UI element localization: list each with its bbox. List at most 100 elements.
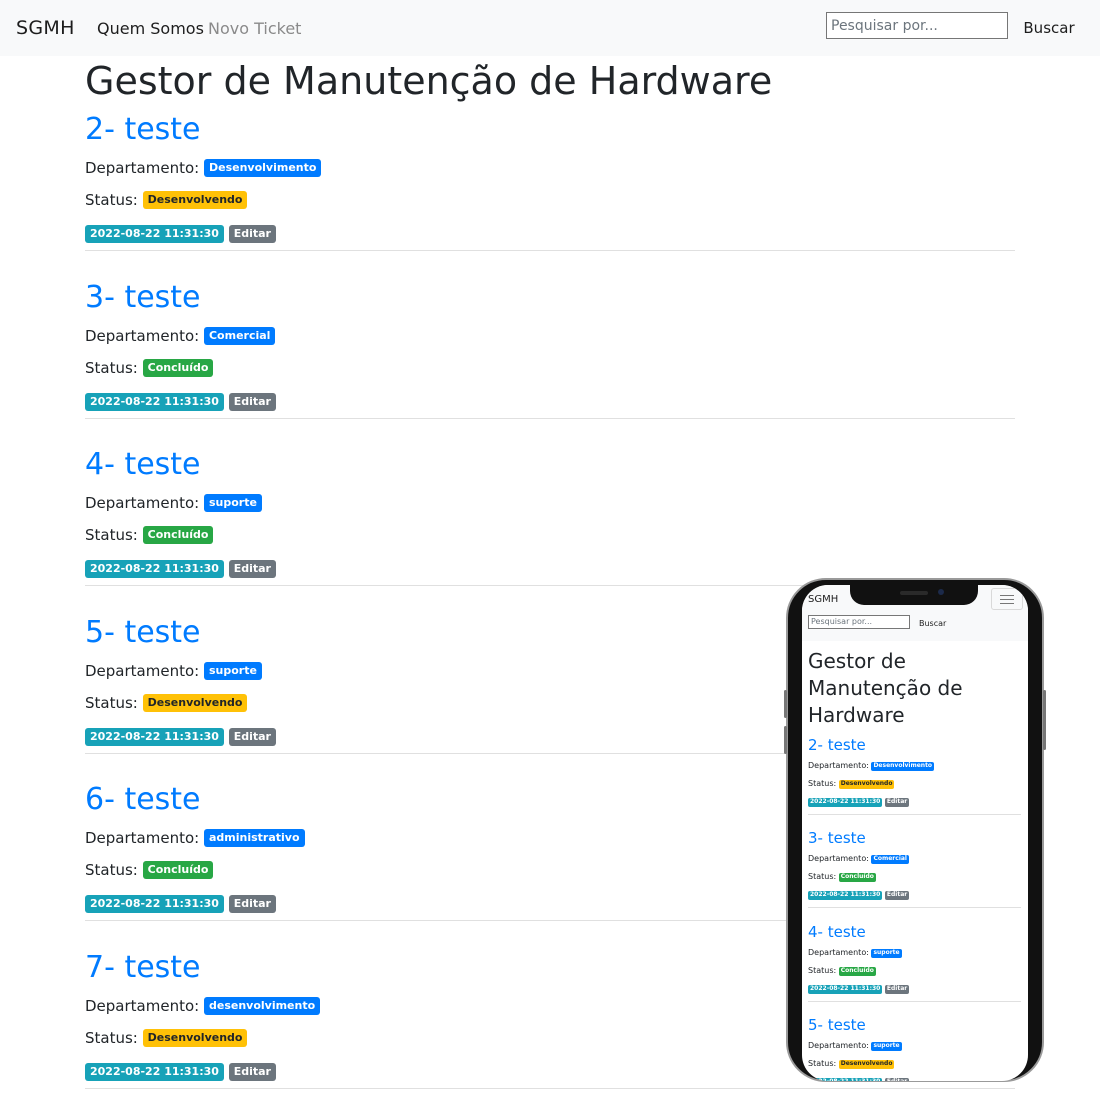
mobile-edit-button[interactable]: Editar: [884, 1077, 910, 1081]
mobile-status-badge: Desenvolvendo: [838, 1059, 895, 1069]
date-badge: 2022-08-22 11:31:30: [85, 560, 224, 578]
mobile-department-badge: Desenvolvimento: [871, 762, 935, 771]
ticket-meta-row: 2022-08-22 11:31:30 Editar: [85, 895, 276, 913]
phone-mockup: SGMH Pesquisar por... Buscar Gestor de M…: [784, 578, 1046, 1082]
status-badge: Concluído: [142, 526, 214, 544]
mobile-ticket-divider: [808, 907, 1021, 909]
edit-button[interactable]: Editar: [228, 1062, 276, 1081]
mobile-date-badge: 2022-08-22 11:31:30: [808, 984, 883, 994]
department-label: Departamento:: [85, 159, 200, 177]
ticket-department-row: Departamento: suporte: [85, 661, 262, 680]
edit-button[interactable]: Editar: [228, 560, 276, 578]
mobile-edit-button[interactable]: Editar: [884, 798, 910, 807]
mobile-ticket-status-row: Status: Concluído: [808, 966, 876, 976]
edit-button[interactable]: Editar: [228, 225, 276, 243]
mobile-ticket-card: 3- teste Departamento: Comercial Status: C…: [808, 829, 1021, 922]
mobile-status-label: Status:: [808, 1058, 837, 1068]
status-label: Status:: [85, 693, 138, 712]
ticket-title-link[interactable]: 6- teste: [85, 782, 201, 817]
ticket-status-row: Status: Concluído: [85, 358, 214, 377]
mobile-ticket-department-row: Departamento: suporte: [808, 1041, 902, 1051]
mobile-ticket-status-row: Status: Concluído: [808, 872, 876, 883]
mobile-ticket-department-row: Departamento: Comercial: [808, 854, 909, 865]
search-button[interactable]: Buscar: [1013, 14, 1085, 42]
mobile-ticket-title-link[interactable]: 3- teste: [808, 829, 866, 847]
navbar-brand[interactable]: SGMH: [16, 17, 75, 39]
mobile-search-button[interactable]: Buscar: [919, 619, 946, 628]
mobile-department-label: Departamento:: [808, 1040, 869, 1050]
mobile-ticket-title-link[interactable]: 2- teste: [808, 736, 866, 754]
camera-icon: [938, 589, 944, 595]
mobile-navbar-brand[interactable]: SGMH: [808, 594, 838, 605]
ticket-meta-row: 2022-08-22 11:31:30 Editar: [85, 1062, 276, 1081]
mobile-date-badge: 2022-08-22 11:31:30: [808, 891, 883, 901]
department-label: Departamento:: [85, 996, 200, 1015]
ticket-title-link[interactable]: 4- teste: [85, 447, 201, 482]
nav-link-novo-ticket[interactable]: Novo Ticket: [208, 19, 301, 38]
status-label: Status:: [85, 191, 138, 209]
mobile-status-label: Status:: [808, 779, 837, 788]
department-badge: suporte: [203, 494, 262, 512]
mobile-ticket-department-row: Departamento: suporte: [808, 948, 902, 958]
department-badge: suporte: [203, 661, 262, 680]
mobile-ticket-title-link[interactable]: 5- teste: [808, 1016, 866, 1034]
speaker-icon: [900, 591, 928, 595]
date-badge: 2022-08-22 11:31:30: [85, 392, 224, 411]
ticket-divider: [85, 417, 1015, 419]
mobile-department-label: Departamento:: [808, 761, 869, 770]
ticket-divider: [85, 1087, 1015, 1089]
department-label: Departamento:: [85, 494, 200, 512]
mobile-ticket-card: 2- teste Departamento: Desenvolvimento Sta…: [808, 736, 1021, 829]
ticket-status-row: Status: Desenvolvendo: [85, 1028, 248, 1047]
mobile-department-label: Departamento:: [808, 947, 869, 957]
mobile-ticket-status-row: Status: Desenvolvendo: [808, 779, 895, 789]
ticket-status-row: Status: Desenvolvendo: [85, 191, 248, 209]
mobile-ticket-card: 5- teste Departamento: suporte Status: Des…: [808, 1016, 1021, 1081]
ticket-meta-row: 2022-08-22 11:31:30 Editar: [85, 727, 276, 746]
nav-link-quem-somos[interactable]: Quem Somos: [97, 19, 204, 38]
ticket-status-row: Status: Concluído: [85, 861, 214, 879]
mobile-status-label: Status:: [808, 872, 837, 882]
ticket-title-link[interactable]: 3- teste: [85, 280, 201, 315]
mobile-ticket-meta-row: 2022-08-22 11:31:30 Editar: [808, 890, 910, 901]
mobile-ticket-divider: [808, 1000, 1021, 1002]
hamburger-icon[interactable]: [991, 588, 1023, 610]
ticket-title-link[interactable]: 2- teste: [85, 112, 201, 147]
navbar: SGMH Quem Somos Novo Ticket Buscar: [0, 0, 1100, 56]
status-label: Status:: [85, 358, 138, 377]
ticket-meta-row: 2022-08-22 11:31:30 Editar: [85, 560, 276, 578]
mobile-ticket-meta-row: 2022-08-22 11:31:30 Editar: [808, 984, 910, 994]
ticket-department-row: Departamento: administrativo: [85, 829, 305, 847]
status-label: Status:: [85, 861, 138, 879]
status-badge: Concluído: [142, 358, 214, 377]
date-badge: 2022-08-22 11:31:30: [85, 1062, 224, 1081]
department-label: Departamento:: [85, 661, 200, 680]
ticket-title-link[interactable]: 5- teste: [85, 615, 201, 650]
mobile-ticket-card: 4- teste Departamento: suporte Status: Con…: [808, 923, 1021, 1016]
ticket-title-link[interactable]: 7- teste: [85, 950, 201, 985]
search-input[interactable]: [826, 12, 1008, 39]
department-badge: desenvolvimento: [203, 996, 321, 1015]
date-badge: 2022-08-22 11:31:30: [85, 895, 224, 913]
edit-button[interactable]: Editar: [228, 392, 276, 411]
date-badge: 2022-08-22 11:31:30: [85, 727, 224, 746]
department-badge: Desenvolvimento: [203, 159, 322, 177]
mobile-ticket-title-link[interactable]: 4- teste: [808, 923, 866, 941]
mobile-ticket-department-row: Departamento: Desenvolvimento: [808, 761, 935, 771]
edit-button[interactable]: Editar: [228, 727, 276, 746]
mobile-edit-button[interactable]: Editar: [884, 891, 910, 901]
status-badge: Concluído: [142, 861, 214, 879]
mobile-department-badge: suporte: [871, 948, 902, 958]
edit-button[interactable]: Editar: [228, 895, 276, 913]
mobile-status-badge: Concluído: [838, 966, 876, 976]
ticket-divider: [85, 250, 1015, 251]
phone-power-button: [1043, 690, 1046, 750]
mobile-status-label: Status:: [808, 965, 837, 975]
ticket-status-row: Status: Concluído: [85, 526, 214, 544]
mobile-edit-button[interactable]: Editar: [884, 984, 910, 994]
mobile-date-badge: 2022-08-22 11:31:30: [808, 798, 883, 807]
mobile-status-badge: Concluído: [838, 873, 876, 883]
mobile-search-input[interactable]: Pesquisar por...: [808, 615, 910, 629]
department-label: Departamento:: [85, 829, 200, 847]
status-label: Status:: [85, 1028, 138, 1047]
